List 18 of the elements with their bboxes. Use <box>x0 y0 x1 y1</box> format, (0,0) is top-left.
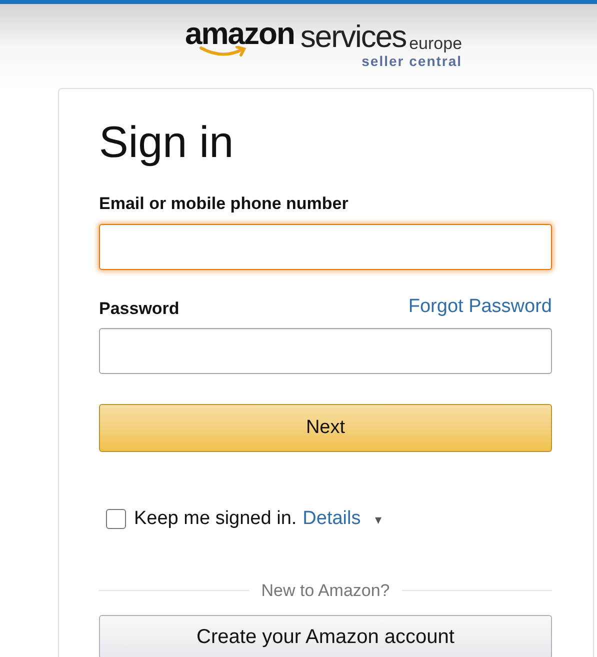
logo-wordmark: amazon <box>184 16 294 51</box>
keep-signed-in-label: Keep me signed in. <box>134 507 297 531</box>
details-link[interactable]: Details <box>302 505 361 534</box>
divider-text: New to Amazon? <box>260 580 391 602</box>
logo-wordmark: services <box>300 21 406 52</box>
page-title: Sign in <box>99 121 235 165</box>
field-label: Password <box>99 298 180 320</box>
checkbox[interactable] <box>106 509 126 530</box>
next-button[interactable]: Next <box>99 404 552 452</box>
input-field[interactable] <box>99 224 552 270</box>
create-account-button[interactable]: Create your Amazon account <box>99 615 552 657</box>
logo-region: europe <box>409 35 462 52</box>
field-label: Email or mobile phone number <box>99 193 348 215</box>
smile-icon <box>198 46 247 58</box>
forgot-password-link[interactable]: Forgot Password <box>408 292 552 321</box>
input-field[interactable] <box>99 328 552 374</box>
logo-subtitle: seller central <box>362 54 462 68</box>
caret-icon[interactable]: ▾ <box>374 510 382 529</box>
